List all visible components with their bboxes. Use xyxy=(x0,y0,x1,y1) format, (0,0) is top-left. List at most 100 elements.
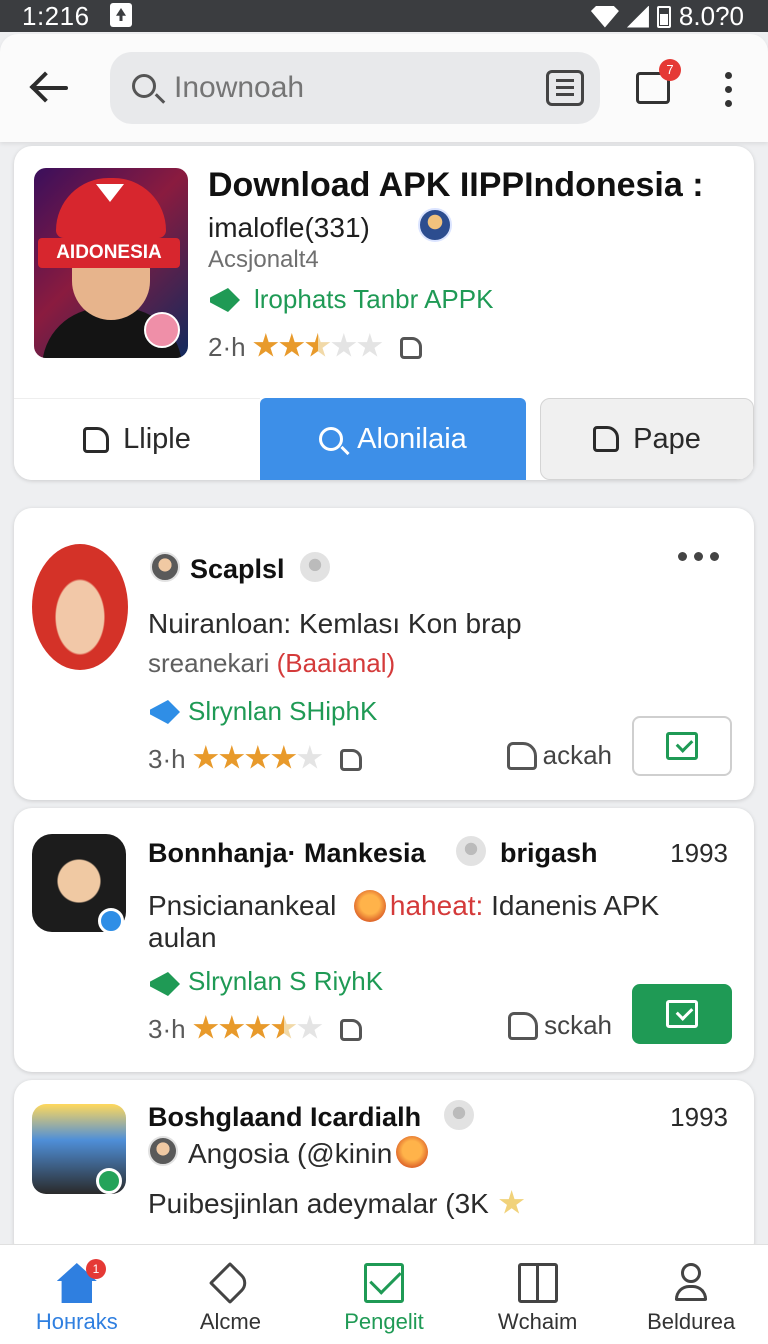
verify-action-button[interactable] xyxy=(632,716,732,776)
star-rating xyxy=(193,744,323,774)
mail-check-icon xyxy=(363,1263,404,1303)
battery-icon xyxy=(656,5,671,28)
like-icon[interactable] xyxy=(340,749,363,771)
star-icon xyxy=(279,333,305,357)
post-subtext: sreanekari (Baaianal) xyxy=(148,648,396,678)
app-subtitle: imalofle(331) xyxy=(208,212,370,243)
star-icon xyxy=(297,745,323,769)
star-icon xyxy=(305,333,331,357)
star-icon xyxy=(245,1015,271,1039)
status-icons: 8.0?0 xyxy=(590,1,744,32)
thumbnail-badge-icon xyxy=(144,312,180,348)
verified-icon xyxy=(98,908,124,934)
post-author[interactable]: Boshglaand Icardialh xyxy=(148,1102,421,1133)
list-item[interactable]: Boshglaand Icardialh 1993 Angosia (@kini… xyxy=(14,1080,754,1260)
nav-library[interactable]: Wchaim xyxy=(461,1245,615,1344)
post-author[interactable]: Scaplsl xyxy=(190,554,285,585)
page-button[interactable]: Pape xyxy=(540,398,754,480)
post-age: 3·h xyxy=(148,1014,186,1044)
thumbnail-banner: AIDONESIA xyxy=(38,238,180,268)
star-icon xyxy=(219,1015,245,1039)
thumbs-up-icon xyxy=(593,426,620,452)
avatar[interactable] xyxy=(32,544,128,670)
battery-level: 8.0?0 xyxy=(678,1,744,31)
notification-icon[interactable]: 7 xyxy=(636,59,681,104)
post-year: 1993 xyxy=(670,838,728,868)
tag-icon xyxy=(150,700,180,724)
star-icon xyxy=(245,745,271,769)
user-icon xyxy=(671,1263,711,1303)
app-tag[interactable]: lrophats Tanbr APPK xyxy=(254,284,493,315)
star-icon xyxy=(253,333,279,357)
save-icon xyxy=(506,741,537,770)
search-button[interactable]: Alonilaia xyxy=(260,398,526,480)
signal-icon xyxy=(626,5,649,28)
star-rating xyxy=(193,1014,323,1044)
star-icon xyxy=(297,1015,323,1039)
book-icon xyxy=(517,1263,558,1303)
nav-home[interactable]: 1 Hoнraks xyxy=(0,1245,154,1344)
nav-explore[interactable]: Alcme xyxy=(154,1245,308,1344)
highlight-text: haheat: xyxy=(389,890,484,921)
search-input[interactable] xyxy=(174,66,514,110)
user-face-icon xyxy=(148,1136,178,1166)
nav-label: Hoнraks xyxy=(35,1309,118,1334)
more-options-icon[interactable] xyxy=(678,552,728,562)
app-meta: Acsjonalt4 xyxy=(208,246,319,273)
thumbs-up-icon xyxy=(83,426,110,453)
nav-label: Alcme xyxy=(199,1309,261,1334)
post-rating-row: 3·h xyxy=(148,744,363,775)
online-status-icon xyxy=(96,1168,122,1194)
action-buttons: Lliple Alonilaia Pape xyxy=(14,398,754,480)
save-control[interactable]: sckah xyxy=(508,1010,612,1041)
save-label: ackah xyxy=(542,740,612,770)
page-button-label: Pape xyxy=(633,422,701,455)
star-icon xyxy=(331,333,357,357)
send-icon xyxy=(209,1261,252,1305)
app-thumbnail[interactable]: AIDONESIA xyxy=(34,168,188,358)
bottom-navigation: 1 Hoнraks Alcme Pengelit Wchaim Beldurea xyxy=(0,1244,768,1344)
post-author-suffix: brigash xyxy=(500,838,598,868)
nav-profile[interactable]: Beldurea xyxy=(614,1245,768,1344)
search-icon xyxy=(132,74,156,98)
like-icon[interactable] xyxy=(340,1019,363,1041)
search-button-label: Alonilaia xyxy=(357,422,467,455)
app-bar: 7 xyxy=(0,34,768,142)
notification-badge: 7 xyxy=(659,59,681,81)
back-arrow-icon[interactable] xyxy=(28,68,72,108)
like-button-label: Lliple xyxy=(123,423,191,455)
save-label: sckah xyxy=(544,1010,612,1040)
list-item[interactable]: Bonnhanja· Mankesia brigash 1993 Pnsicia… xyxy=(14,808,754,1072)
search-icon xyxy=(319,427,344,451)
post-text: Pnsicianankeal haheat: Idanenis APK xyxy=(148,890,660,921)
list-view-icon[interactable] xyxy=(546,70,584,106)
star-icon xyxy=(357,333,383,357)
like-icon[interactable] xyxy=(400,337,423,359)
save-control[interactable]: ackah xyxy=(506,740,612,771)
featured-app-card: AIDONESIA Download APK IIPPIndonesia : i… xyxy=(14,146,754,480)
star-icon xyxy=(499,1190,525,1214)
app-title[interactable]: Download APK IIPPIndonesia : xyxy=(208,166,704,205)
post-text-line2: aulan xyxy=(148,922,217,953)
check-icon xyxy=(666,1000,698,1028)
verify-action-button[interactable] xyxy=(632,984,732,1044)
app-rating-row: 2·h xyxy=(208,332,423,363)
check-icon xyxy=(666,732,698,760)
post-tag[interactable]: Slrynlan SHiphK xyxy=(188,696,377,727)
nav-badge: 1 xyxy=(86,1259,106,1279)
more-options-icon[interactable] xyxy=(722,72,734,108)
publisher-avatar-icon xyxy=(418,208,452,242)
save-icon xyxy=(508,1011,539,1040)
like-button[interactable]: Lliple xyxy=(14,398,260,480)
post-author[interactable]: Bonnhanja· Mankesia xyxy=(148,838,426,869)
post-age: 3·h xyxy=(148,744,186,774)
post-text: Angosia (@kinin xyxy=(188,1138,393,1169)
nav-messages[interactable]: Pengelit xyxy=(307,1245,461,1344)
post-tag[interactable]: Slrynlan S RiyhK xyxy=(188,966,383,997)
list-item[interactable]: Scaplsl Nuiranloan: Kemlası Kon brap sre… xyxy=(14,508,754,800)
search-bar[interactable] xyxy=(110,52,600,124)
star-rating xyxy=(253,332,383,362)
post-text: Nuiranloan: Kemlası Kon brap xyxy=(148,608,522,639)
profile-icon xyxy=(300,552,330,582)
emoji-icon xyxy=(354,890,386,922)
